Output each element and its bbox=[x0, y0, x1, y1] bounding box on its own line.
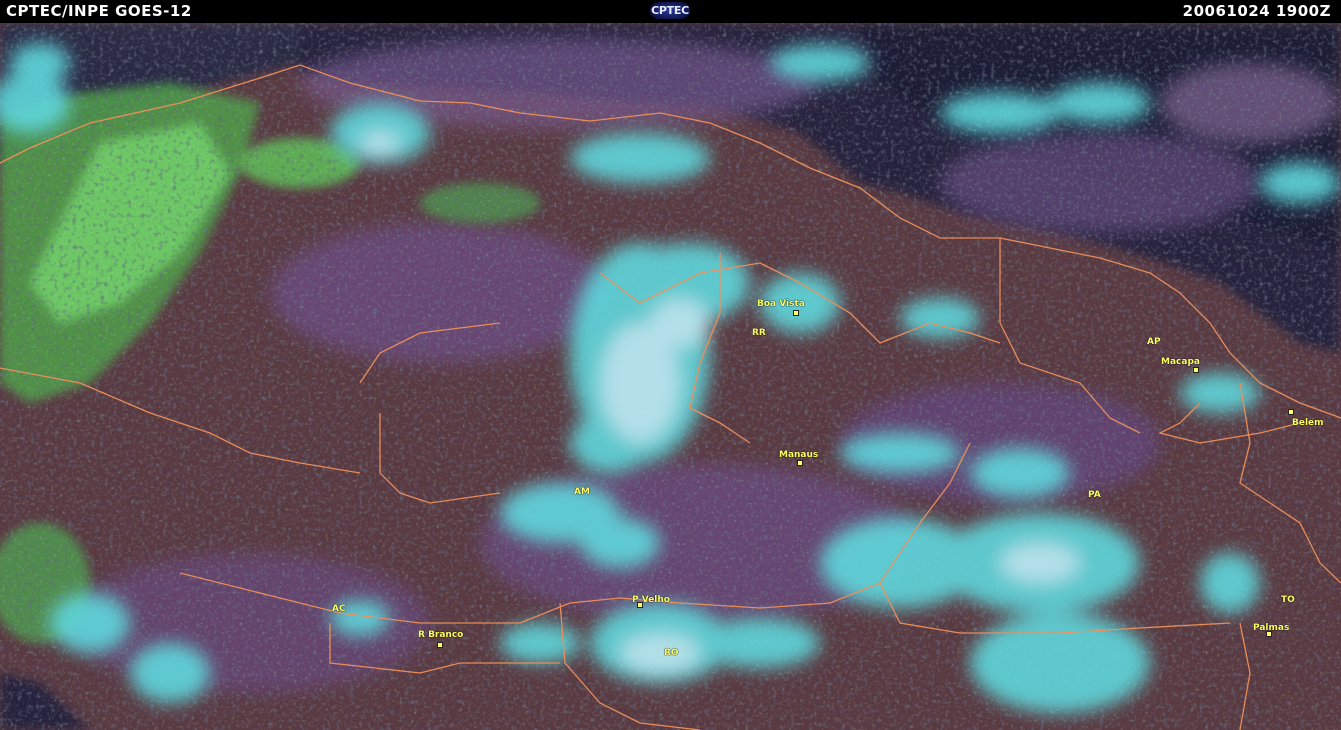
state-label-to: TO bbox=[1281, 595, 1295, 605]
state-label-ac: AC bbox=[332, 604, 346, 614]
state-label-rr: RR bbox=[752, 328, 766, 338]
cptec-logo: CPTEC bbox=[650, 2, 690, 19]
city-marker-palmas bbox=[1266, 631, 1272, 637]
city-marker-macapa bbox=[1193, 367, 1199, 373]
city-marker-p-velho bbox=[637, 602, 643, 608]
state-label-ap: AP bbox=[1147, 337, 1161, 347]
satellite-title: CPTEC/INPE GOES-12 bbox=[6, 2, 192, 20]
city-marker-manaus bbox=[797, 460, 803, 466]
city-label-macapa: Macapa bbox=[1161, 357, 1200, 367]
city-marker-boa-vista bbox=[793, 310, 799, 316]
city-label-boa-vista: Boa Vista bbox=[757, 299, 805, 309]
image-header-bar: CPTEC/INPE GOES-12 CPTEC 20061024 1900Z bbox=[0, 0, 1341, 23]
city-marker-belem bbox=[1288, 409, 1294, 415]
state-label-pa: PA bbox=[1088, 490, 1101, 500]
image-timestamp: 20061024 1900Z bbox=[1182, 2, 1331, 20]
satellite-map bbox=[0, 23, 1341, 730]
city-marker-r-branco bbox=[437, 642, 443, 648]
city-label-manaus: Manaus bbox=[779, 450, 819, 460]
state-label-am: AM bbox=[574, 487, 590, 497]
satellite-image-viewer: CPTEC/INPE GOES-12 CPTEC 20061024 1900Z bbox=[0, 0, 1341, 730]
state-label-ro: RO bbox=[664, 648, 679, 658]
city-label-belem: Belem bbox=[1292, 418, 1324, 428]
city-label-r-branco: R Branco bbox=[418, 630, 464, 640]
